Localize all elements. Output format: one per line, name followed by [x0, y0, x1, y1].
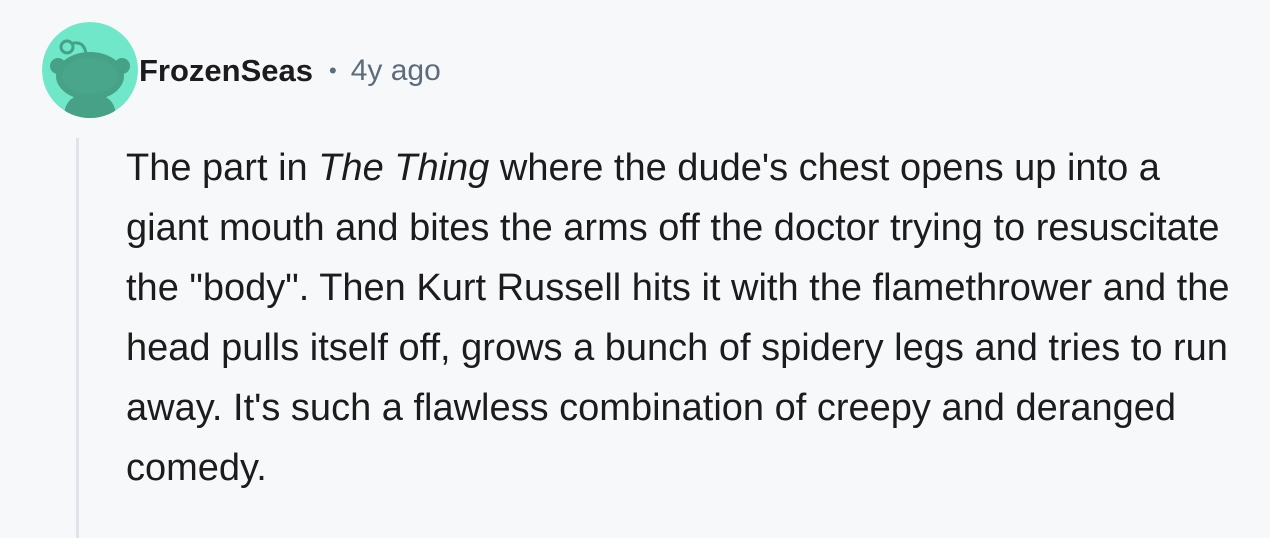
thread-line[interactable] [76, 138, 79, 538]
username-link[interactable]: FrozenSeas [139, 53, 313, 89]
comment-timestamp[interactable]: 4y ago [351, 54, 441, 88]
comment-meta: FrozenSeas • 4y ago [139, 50, 441, 92]
comment: FrozenSeas • 4y ago The part in The Thin… [0, 0, 1270, 538]
snoo-avatar-icon [42, 22, 138, 118]
comment-body: The part in The Thing where the dude's c… [126, 138, 1236, 498]
user-avatar[interactable] [42, 22, 138, 118]
comment-text-prefix: The part in [126, 147, 319, 189]
meta-separator: • [329, 58, 337, 83]
comment-paragraph: The part in The Thing where the dude's c… [126, 138, 1236, 498]
comment-text-emphasis: The Thing [318, 147, 490, 189]
comment-text: where the dude's chest opens up into a g… [126, 147, 1230, 489]
